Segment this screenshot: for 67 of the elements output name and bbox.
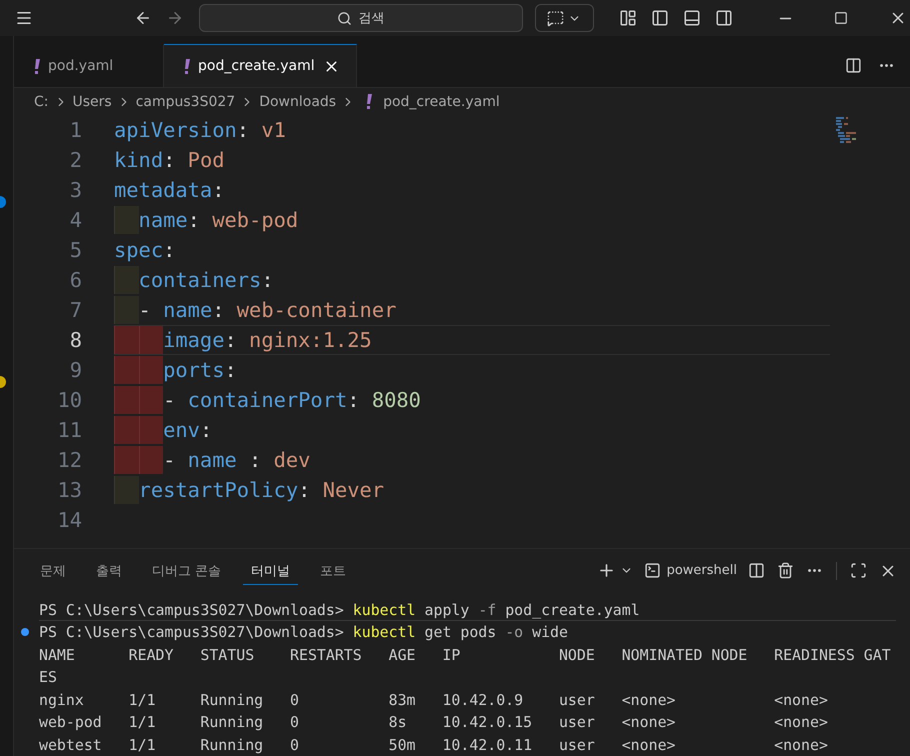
line-number: 6 [68, 267, 82, 294]
terminal-line: ES [39, 668, 57, 686]
chat-button[interactable] [534, 4, 594, 32]
indent-highlight [114, 326, 139, 354]
terminal-line: nginx 1/1 Running 0 83m 10.42.0.9 user <none> <none> [39, 690, 828, 708]
terminal-icon [644, 562, 661, 580]
search-icon [337, 10, 352, 26]
code-line: - name: web-container [138, 297, 396, 324]
chat-icon [547, 10, 564, 26]
code-line: apiVersion: v1 [114, 117, 286, 144]
code-line: spec: [114, 237, 176, 264]
line-number: 10 [56, 387, 82, 414]
search-field[interactable]: 검색 [199, 4, 523, 32]
indent-highlight [114, 266, 139, 294]
panel-tab[interactable]: 터미널 [243, 556, 298, 586]
line-number: 8 [68, 327, 82, 354]
code-line: ports: [163, 357, 237, 384]
code-line: image: nginx:1.25 [163, 327, 372, 354]
breadcrumb-item[interactable]: Downloads [259, 94, 336, 110]
panel-tab[interactable]: 디버그 콘솔 [144, 556, 230, 586]
exclamation-icon [184, 58, 190, 74]
line-number: 2 [68, 147, 82, 174]
code-line: name: web-pod [138, 207, 298, 234]
code-line: - name : dev [163, 447, 310, 474]
code-line: containers: [138, 267, 274, 294]
indent-highlight [138, 356, 164, 384]
panel-tab[interactable]: 포트 [312, 556, 354, 586]
indent-highlight [138, 446, 164, 474]
exclamation-icon [366, 94, 372, 109]
terminal-line: PS C:\Users\campus3S027\Downloads> kubectl apply -f pod_create.yaml [39, 600, 640, 618]
breadcrumb-item[interactable]: pod_create.yaml [383, 94, 500, 110]
code-line: kind: Pod [114, 147, 225, 174]
line-number: 7 [68, 297, 82, 324]
indent-highlight [138, 416, 164, 444]
line-number: 13 [56, 477, 82, 504]
editor-tab[interactable]: pod_create.yaml [164, 44, 357, 87]
terminal-profile-button[interactable]: powershell [642, 560, 739, 582]
breadcrumb-item[interactable]: C: [34, 94, 48, 110]
code-line: - containerPort: 8080 [163, 387, 421, 414]
indent-highlight [138, 326, 164, 354]
line-number: 4 [68, 207, 82, 234]
line-number: 11 [56, 417, 82, 444]
indent-highlight [114, 356, 139, 384]
indent-highlight [114, 476, 139, 504]
code-line: restartPolicy: Never [138, 477, 384, 504]
exclamation-icon [34, 58, 40, 74]
indent-highlight [114, 206, 139, 234]
code-line: env: [163, 417, 212, 444]
line-number: 5 [68, 237, 82, 264]
terminal-line: web-pod 1/1 Running 0 8s 10.42.0.15 user <none> <none> [39, 713, 828, 731]
indent-highlight [114, 446, 139, 474]
terminal-line: PS C:\Users\campus3S027\Downloads> kubectl get pods -o wide [39, 623, 568, 641]
terminal-line: NAME READY STATUS RESTARTS AGE IP NODE NOMINATED NODE READINESS GAT [39, 646, 891, 664]
panel-tab[interactable]: 문제 [32, 556, 74, 586]
indent-highlight [114, 416, 139, 444]
line-number: 12 [56, 447, 82, 474]
line-number: 1 [68, 117, 82, 144]
indent-highlight [138, 386, 164, 414]
terminal-line: webtest 1/1 Running 0 50m 10.42.0.11 user <none> <none> [39, 736, 828, 754]
line-number: 3 [68, 177, 82, 204]
panel-tab[interactable]: 출력 [88, 556, 130, 586]
code-line: metadata: [114, 177, 224, 204]
line-number: 9 [68, 357, 82, 384]
line-number: 14 [56, 507, 82, 534]
indent-highlight [114, 386, 139, 414]
breadcrumb-item[interactable]: Users [72, 94, 112, 110]
breadcrumb-item[interactable]: campus3S027 [136, 94, 236, 110]
